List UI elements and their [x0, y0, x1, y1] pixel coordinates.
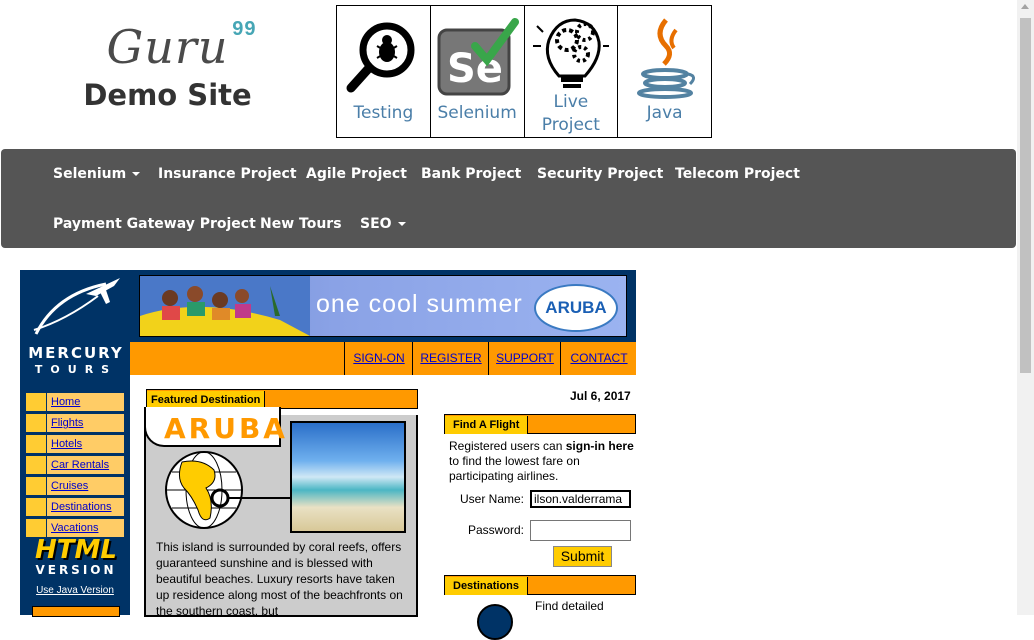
selenium-se-icon: Se	[437, 18, 520, 96]
nav-payment-gateway-project[interactable]: Payment Gateway Project	[53, 216, 256, 232]
link-register[interactable]: REGISTER	[412, 342, 489, 375]
side-menu-home[interactable]: Home	[25, 392, 125, 412]
password-label: Password:	[467, 523, 524, 537]
nav-selenium[interactable]: Selenium	[53, 166, 141, 182]
nav-security-project[interactable]: Security Project	[537, 166, 663, 182]
side-menu-hotels[interactable]: Hotels	[25, 434, 125, 454]
logo-brand: Guru 99	[106, 18, 257, 74]
caret-down-icon	[397, 222, 406, 226]
side-menu-flights[interactable]: Flights	[25, 413, 125, 433]
side-menu-footer-bar	[32, 606, 120, 617]
aruba-logo-icon: ARUBA	[534, 284, 618, 332]
link-support[interactable]: SUPPORT	[488, 342, 561, 375]
logo-subtitle: Demo Site	[83, 78, 252, 112]
java-cup-icon	[636, 18, 695, 99]
use-java-version-link[interactable]: Use Java Version	[20, 585, 130, 596]
nav-insurance-project[interactable]: Insurance Project	[158, 166, 297, 182]
destinations-text: Find detailed	[535, 599, 604, 613]
password-input[interactable]	[530, 520, 631, 541]
destinations-header: Destinations	[444, 575, 636, 595]
topic-selenium[interactable]: Se Selenium	[429, 5, 524, 138]
mercury-side-menu: Home Flights Hotels Car Rentals Cruises …	[25, 392, 125, 539]
topic-label: Live Project	[541, 92, 600, 135]
link-contact[interactable]: CONTACT	[560, 342, 637, 375]
banner-people-photo	[140, 276, 310, 336]
featured-title: ARUBA	[164, 412, 288, 445]
topic-testing[interactable]: Testing	[336, 5, 430, 138]
topic-tiles: Testing Se Selenium Live Project Java	[336, 5, 712, 138]
topic-label: Selenium	[437, 103, 517, 123]
html-version-badge: HTML VERSION	[35, 535, 117, 577]
nav-bank-project[interactable]: Bank Project	[421, 166, 521, 182]
logo-superscript: 99	[232, 18, 257, 40]
side-menu-car-rentals[interactable]: Car Rentals	[25, 455, 125, 475]
mercury-tours-logo[interactable]: MERCURY TOURS	[24, 344, 128, 376]
featured-destination-header: Featured Destination	[146, 389, 418, 409]
topic-live-project[interactable]: Live Project	[523, 5, 618, 138]
topic-label: Testing	[353, 103, 414, 123]
airplane-logo-icon	[33, 278, 120, 335]
nav-telecom-project[interactable]: Telecom Project	[675, 166, 800, 182]
nav-seo[interactable]: SEO	[360, 216, 406, 232]
side-menu-cruises[interactable]: Cruises	[25, 476, 125, 496]
nav-new-tours[interactable]: New Tours	[260, 216, 342, 232]
current-date: Jul 6, 2017	[570, 389, 631, 403]
scroll-up-icon[interactable]	[1021, 4, 1029, 9]
nav-agile-project[interactable]: Agile Project	[306, 166, 407, 182]
find-a-flight-text: Registered users can sign-in here to fin…	[449, 439, 634, 483]
globe-map-icon	[165, 451, 290, 529]
side-menu-destinations[interactable]: Destinations	[25, 497, 125, 517]
topic-label: Java	[646, 103, 683, 123]
scrollbar-thumb[interactable]	[1020, 18, 1031, 373]
main-navbar: Selenium Insurance Project Agile Project…	[1, 149, 1016, 248]
link-sign-on[interactable]: SIGN-ON	[344, 342, 413, 375]
find-a-flight-header: Find A Flight	[444, 414, 636, 434]
username-input[interactable]	[530, 490, 631, 508]
aruba-beach-photo	[290, 421, 406, 533]
caret-down-icon	[132, 172, 141, 176]
submit-button[interactable]: Submit	[553, 546, 612, 567]
featured-description: This island is surrounded by coral reefs…	[156, 540, 403, 618]
aruba-ad-banner[interactable]: one cool summer ARUBA	[139, 275, 627, 337]
username-label: User Name:	[459, 492, 524, 506]
banner-text: one cool summer	[316, 290, 523, 318]
topic-java[interactable]: Java	[617, 5, 712, 138]
lightbulb-gears-icon	[532, 18, 609, 88]
magnifier-bug-icon	[346, 22, 415, 93]
destinations-globe-icon	[477, 604, 513, 640]
guru99-logo[interactable]: Guru 99 Demo Site	[60, 18, 275, 112]
page-scrollbar[interactable]	[1017, 0, 1034, 615]
